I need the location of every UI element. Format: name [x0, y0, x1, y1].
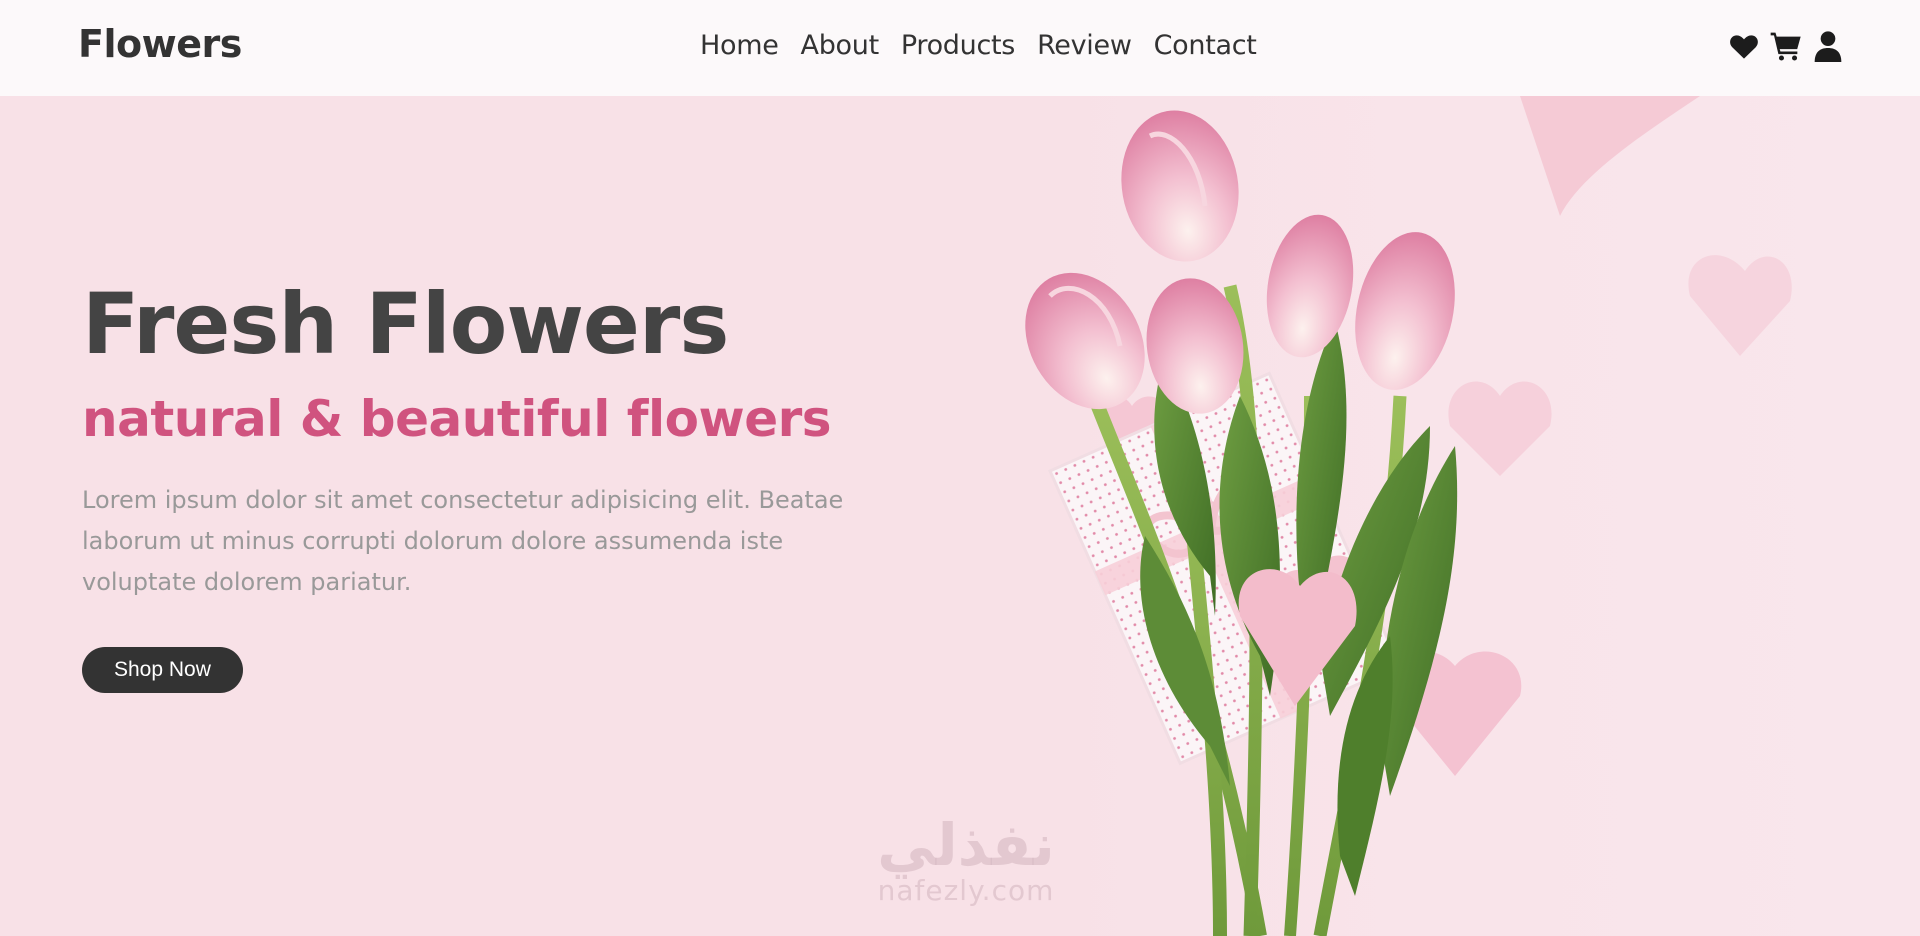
header-icons [1728, 30, 1844, 62]
watermark: نفذلي nafezly.com [856, 816, 1076, 907]
nav-about[interactable]: About [801, 30, 880, 61]
hero-subtitle: natural & beautiful flowers [82, 390, 832, 449]
hero-title: Fresh Flowers [82, 275, 729, 373]
site-header: Flowers Home About Products Review Conta… [0, 0, 1920, 96]
nav-contact[interactable]: Contact [1154, 30, 1257, 61]
brand-logo[interactable]: Flowers [78, 22, 242, 66]
cart-icon[interactable] [1770, 30, 1802, 62]
nav-products[interactable]: Products [901, 30, 1015, 61]
watermark-latin: nafezly.com [877, 874, 1055, 907]
main-nav: Home About Products Review Contact [700, 30, 1257, 61]
watermark-arabic: نفذلي [877, 811, 1055, 879]
nav-review[interactable]: Review [1037, 30, 1132, 61]
hero-description: Lorem ipsum dolor sit amet consectetur a… [82, 486, 844, 597]
user-icon[interactable] [1812, 30, 1844, 62]
hero-section: Fresh Flowers natural & beautiful flower… [0, 96, 1920, 936]
nav-home[interactable]: Home [700, 30, 779, 61]
hero-content: Fresh Flowers natural & beautiful flower… [82, 275, 882, 694]
tulips-gift-illustration [960, 96, 1920, 936]
heart-icon[interactable] [1728, 30, 1760, 62]
shop-now-button[interactable]: Shop Now [82, 647, 243, 694]
